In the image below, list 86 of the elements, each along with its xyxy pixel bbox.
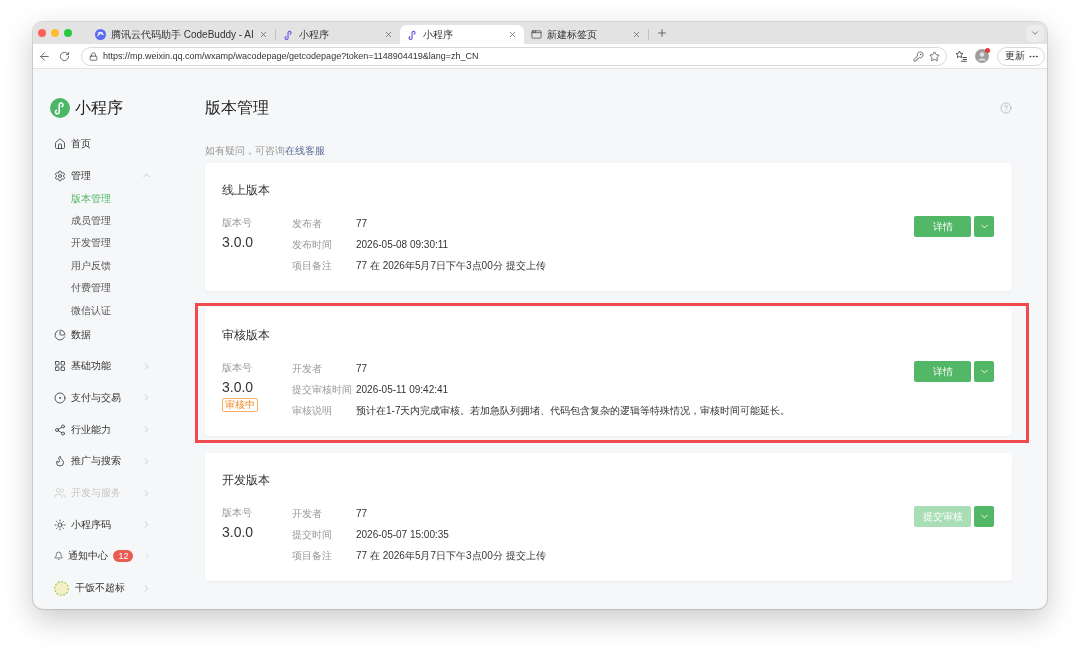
app-name: 小程序 — [75, 97, 123, 118]
help-icon[interactable] — [1000, 102, 1012, 114]
field-value: 77 — [356, 218, 368, 229]
nav-item[interactable]: 通知中心 12 — [54, 540, 152, 573]
field-label: 提交时间 — [292, 527, 333, 542]
field-label: 发布者 — [292, 216, 323, 231]
card-title: 线上版本 — [222, 182, 270, 199]
close-icon[interactable] — [631, 30, 641, 39]
window-icon — [530, 29, 542, 40]
star-icon[interactable] — [929, 50, 940, 62]
avatar-icon — [54, 580, 69, 596]
field-value: 77 在 2026年5月7日下午3点00分 提交上传 — [356, 548, 546, 563]
tab-menu-button[interactable] — [1026, 24, 1044, 42]
card-title: 审核版本 — [222, 327, 270, 344]
card-title: 开发版本 — [222, 472, 270, 489]
nav-item[interactable]: 推广与搜索 — [54, 445, 152, 478]
browser-tab[interactable]: 小程序 — [275, 25, 400, 44]
field-label: 开发者 — [292, 506, 323, 521]
nav-subitem[interactable]: 成员管理 — [54, 209, 152, 233]
back-icon[interactable] — [38, 49, 51, 63]
reload-icon[interactable] — [59, 50, 70, 62]
nav-item[interactable]: 小程序码 — [54, 508, 152, 541]
favorites-icon[interactable] — [955, 50, 967, 62]
browser-tab[interactable]: 腾讯云代码助手 CodeBuddy - AI — [88, 25, 275, 44]
sun-icon — [54, 518, 66, 531]
pie-chart-icon — [54, 328, 66, 341]
nav-subitem[interactable]: 付费管理 — [54, 276, 152, 300]
help-text: 如有疑问，可咨询在线客服 — [205, 144, 325, 158]
dropdown-button[interactable] — [974, 361, 994, 382]
circle-dot-icon — [54, 391, 66, 404]
dropdown-button[interactable] — [974, 506, 994, 527]
version-label: 版本号 — [222, 506, 252, 520]
profile-avatar-icon[interactable] — [975, 49, 989, 63]
status-badge: 审核中 — [222, 398, 258, 412]
home-icon — [54, 137, 66, 150]
lock-icon — [89, 51, 98, 61]
online-service-link[interactable]: 在线客服 — [285, 145, 325, 156]
field-value: 2026-05-07 15:00:35 — [356, 529, 449, 540]
version-number: 3.0.0 — [222, 378, 254, 396]
notification-count-badge: 12 — [113, 550, 134, 563]
field-label: 项目备注 — [292, 258, 333, 273]
version-label: 版本号 — [222, 361, 252, 375]
field-label: 提交审核时间 — [292, 382, 353, 397]
swirl-logo-icon — [95, 29, 106, 40]
field-label: 项目备注 — [292, 548, 333, 563]
minimize-window-icon[interactable] — [51, 29, 59, 37]
users-icon — [54, 487, 66, 499]
field-label: 审核说明 — [292, 403, 333, 418]
zoom-window-icon[interactable] — [64, 29, 72, 37]
field-label: 发布时间 — [292, 237, 333, 252]
connected-nodes-icon — [54, 423, 66, 436]
version-number: 3.0.0 — [222, 233, 254, 251]
settings-icon — [54, 169, 66, 182]
browser-tab[interactable]: 小程序 — [399, 25, 524, 44]
version-label: 版本号 — [222, 216, 252, 230]
flame-icon — [54, 455, 66, 468]
field-label: 开发者 — [292, 361, 323, 376]
close-icon[interactable] — [258, 30, 268, 39]
dropdown-button[interactable] — [974, 216, 994, 237]
browser-tab[interactable]: 新建标签页 — [523, 25, 648, 44]
version-number: 3.0.0 — [222, 523, 254, 541]
nav-subitem[interactable]: 用户反馈 — [54, 254, 152, 277]
nav-item[interactable]: 支付与交易 — [54, 382, 152, 414]
nav-item[interactable]: 行业能力 — [54, 413, 152, 446]
field-value: 2026-05-11 09:42:41 — [356, 384, 449, 395]
chevron-down-icon — [1030, 28, 1040, 38]
field-value: 77 在 2026年5月7日下午3点00分 提交上传 — [356, 258, 546, 273]
link-logo-icon — [406, 29, 418, 40]
close-icon[interactable] — [507, 30, 517, 39]
nav-subitem[interactable]: 开发管理 — [54, 232, 152, 255]
field-value: 77 — [356, 363, 368, 374]
field-value: 77 — [356, 508, 368, 519]
grid-icon — [54, 360, 66, 373]
nav-item[interactable]: 干饭不超标 — [54, 572, 152, 604]
key-icon[interactable] — [913, 50, 924, 62]
plus-icon[interactable] — [655, 27, 668, 39]
field-value: 2026-05-08 09:30:11 — [356, 239, 449, 250]
nav-item[interactable]: 基础功能 — [54, 350, 152, 383]
app-logo-icon — [50, 98, 70, 118]
nav-item[interactable]: 首页 — [54, 128, 152, 160]
field-value: 预计在1-7天内完成审核。若加急队列拥堵、代码包含复杂的逻辑等特殊情况，审核时间可能延长。 — [356, 403, 791, 418]
link-logo-icon — [282, 29, 294, 40]
bell-icon — [54, 550, 64, 563]
close-icon[interactable] — [383, 30, 393, 39]
page-title: 版本管理 — [205, 98, 269, 118]
close-window-icon[interactable] — [38, 29, 46, 37]
